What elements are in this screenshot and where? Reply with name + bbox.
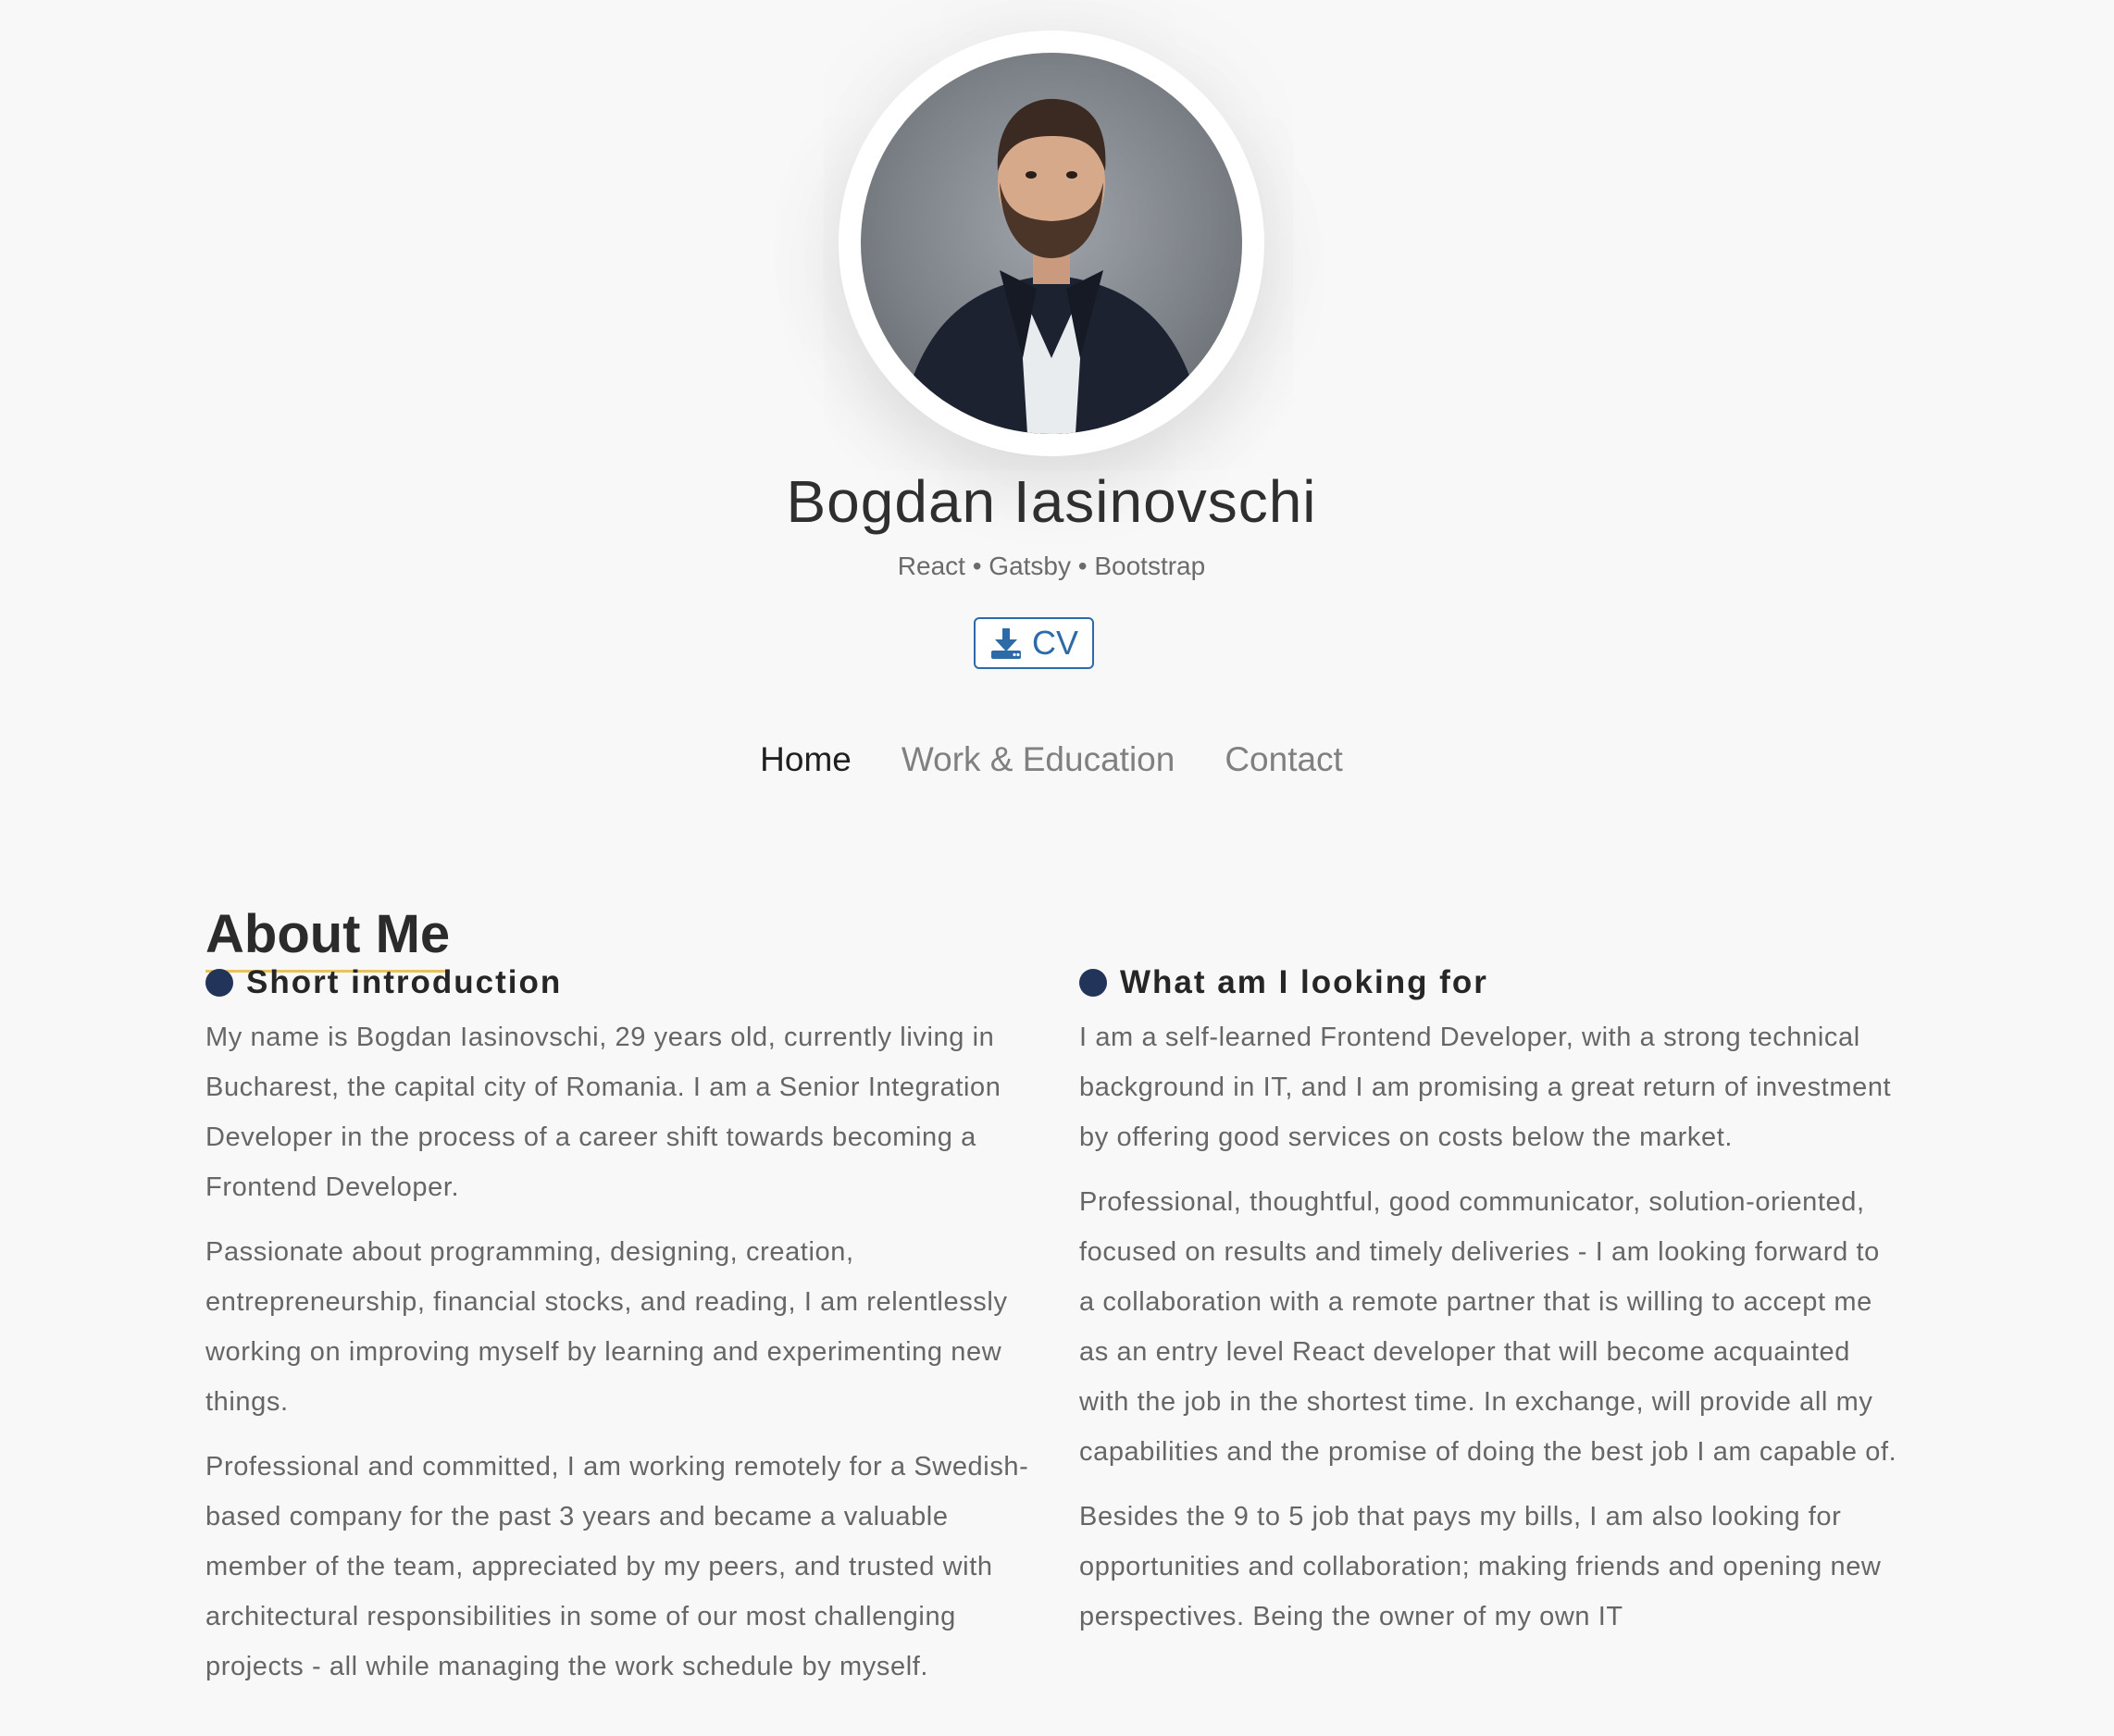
looking-heading: What am I looking for xyxy=(1079,964,1903,1001)
bullet-icon xyxy=(205,969,233,997)
looking-paragraph: Professional, thoughtful, good communica… xyxy=(1079,1187,1897,1467)
download-icon xyxy=(989,626,1023,660)
bullet-icon xyxy=(1079,969,1107,997)
avatar xyxy=(861,53,1242,434)
cv-button-label: CV xyxy=(1031,624,1078,662)
nav-item-home[interactable]: Home xyxy=(760,740,852,779)
profile-tagline: React • Gatsby • Bootstrap xyxy=(897,552,1206,580)
looking-paragraph: Besides the 9 to 5 job that pays my bill… xyxy=(1079,1502,1882,1631)
section-title-about: About Me xyxy=(205,905,451,973)
download-cv-button[interactable]: CV xyxy=(974,617,1094,669)
looking-paragraph: I am a self-learned Frontend Developer, … xyxy=(1079,1023,1892,1152)
avatar-frame xyxy=(839,31,1264,456)
intro-column: Short introduction My name is Bogdan Ias… xyxy=(205,964,1029,1706)
profile-name: Bogdan Iasinovschi xyxy=(786,468,1317,535)
intro-paragraph: My name is Bogdan Iasinovschi, 29 years … xyxy=(205,1023,1001,1202)
intro-paragraph: Passionate about programming, designing,… xyxy=(205,1237,1008,1417)
intro-heading-text: Short introduction xyxy=(246,964,563,1000)
intro-heading: Short introduction xyxy=(205,964,1029,1001)
looking-column: What am I looking for I am a self-learne… xyxy=(1079,964,1903,1656)
portrait-image xyxy=(898,98,1205,434)
looking-heading-text: What am I looking for xyxy=(1120,964,1488,1000)
nav-item-contact[interactable]: Contact xyxy=(1225,740,1343,779)
nav-item-work-education[interactable]: Work & Education xyxy=(902,740,1175,779)
page: Bogdan Iasinovschi React • Gatsby • Boot… xyxy=(0,0,2114,1736)
main-nav: Home Work & Education Contact xyxy=(0,740,2103,779)
intro-paragraph: Professional and committed, I am working… xyxy=(205,1452,1029,1681)
